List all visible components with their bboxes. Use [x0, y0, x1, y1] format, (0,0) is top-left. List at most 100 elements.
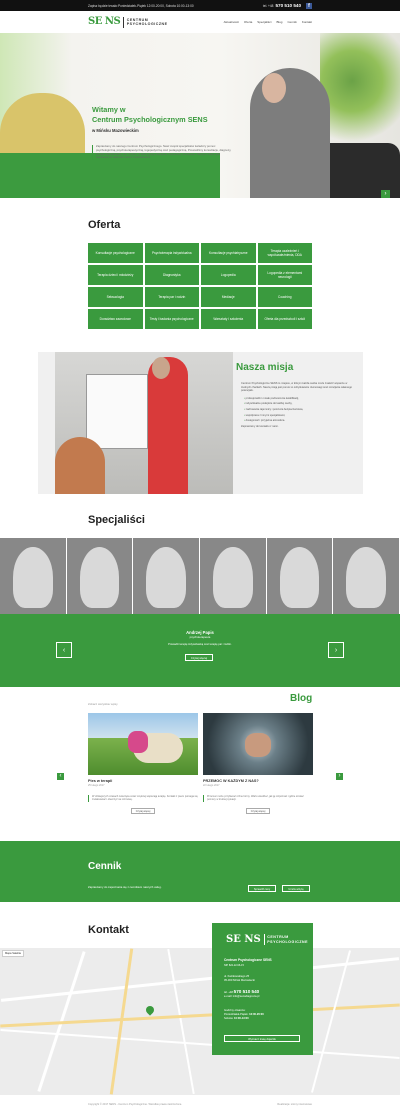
- blog-post-card[interactable]: PRZEMOC W KAŻDYM Z NAS? 22 lutego 2017 P…: [203, 713, 313, 833]
- hero-slider: Witamy w Centrum Psychologicznym SENS w …: [0, 33, 400, 198]
- oferta-tile[interactable]: Seksuologia: [88, 287, 143, 307]
- hero-description: Zapraszamy do naszego Centrum Psychologi…: [92, 144, 232, 161]
- oferta-tile[interactable]: Logopedia z elementami neurologii: [257, 265, 312, 285]
- oferta-tile[interactable]: Psychoterapia indywidualna: [144, 243, 199, 263]
- location-pin-icon[interactable]: [144, 1004, 156, 1016]
- mission-outro: Zapraszamy do kontaktu z nami.: [241, 424, 279, 428]
- contact-logo-mark: SE NS: [226, 933, 261, 945]
- specialist-photo[interactable]: [0, 538, 67, 614]
- opening-hours: Poniedziałek-Piątek 12:00-20:00, Sobota …: [117, 3, 194, 8]
- opening-hours-label: Zapisz będzie trwało:: [88, 3, 118, 8]
- logo-line2: PSYCHOLOGICZNE: [126, 22, 168, 26]
- mission-presenter-face: [152, 357, 170, 379]
- mission-presenter-figure: [148, 357, 188, 494]
- logo-mark: SE NS: [88, 16, 121, 27]
- specialist-photo[interactable]: [200, 538, 267, 614]
- blog-post-title[interactable]: PRZEMOC W KAŻDYM Z NAS?: [203, 779, 313, 783]
- blog-next-button[interactable]: ›: [336, 773, 343, 780]
- book-visit-button[interactable]: Umów wizytę: [282, 885, 310, 892]
- oferta-tile[interactable]: Logopedia: [201, 265, 256, 285]
- company-phone: tel. +48 570 510 540 e-mail: info@sensdi…: [224, 989, 260, 999]
- top-bar: Zapisz będzie trwało: Poniedziałek-Piąte…: [0, 0, 400, 11]
- hero-next-arrow-icon[interactable]: ›: [381, 190, 390, 198]
- nav-item-oferta[interactable]: Oferta: [244, 20, 252, 24]
- blog-title: Blog: [290, 693, 313, 704]
- check-prices-button[interactable]: Sprawdź ceny: [248, 885, 276, 892]
- nav-item-specjalisci[interactable]: Specjaliści: [257, 20, 271, 24]
- blog-post-excerpt: Przemoc może przybierać różne formy. War…: [203, 795, 313, 802]
- mission-list: profesjonalizm i stałe podnoszenie kwali…: [241, 397, 353, 423]
- oferta-tile[interactable]: Konsultacje psychiatryczne: [201, 243, 256, 263]
- specialist-photo[interactable]: [66, 538, 134, 614]
- logo[interactable]: SE NS CENTRUM PSYCHOLOGICZNE: [88, 16, 168, 28]
- oferta-tile[interactable]: Warsztaty i szkolenia: [201, 309, 256, 329]
- oferta-tile[interactable]: Diagnostyka: [144, 265, 199, 285]
- hero-title: Witamy w Centrum Psychologicznym SENS: [92, 105, 208, 125]
- hero-title-line1: Witamy w: [92, 105, 126, 114]
- route-button[interactable]: Wyznacz trasę dojazdu: [224, 1035, 300, 1042]
- blog-prev-button[interactable]: ‹: [57, 773, 64, 780]
- facebook-icon[interactable]: f: [306, 2, 312, 9]
- hero-title-line2: Centrum Psychologicznym SENS: [92, 115, 208, 124]
- blog-all-link[interactable]: Zobacz wszystkie wpisy: [88, 702, 118, 706]
- oferta-tile[interactable]: Mediacje: [201, 287, 256, 307]
- map[interactable]: Mapa Satelita: [0, 948, 400, 1095]
- nav-item-cennik[interactable]: Cennik: [287, 20, 296, 24]
- pricing-section: Cennik Zapraszamy do zapoznania się z ce…: [0, 841, 400, 902]
- blog-post-image: [203, 713, 313, 775]
- weekdays-hours: 12:00-20:00: [249, 1012, 264, 1016]
- oferta-tile[interactable]: Doradztwo zawodowe: [88, 309, 143, 329]
- mission-point: zachowanie tajemnicy i poczucia bezpiecz…: [241, 408, 353, 412]
- saturday-hours: 10:00-13:00: [234, 1016, 249, 1020]
- mission-text: Centrum Psychologiczne SENS to miejsce, …: [241, 382, 353, 428]
- oferta-tile[interactable]: Konsultacje psychologiczne: [88, 243, 143, 263]
- specialist-more-button[interactable]: Czytaj więcej: [185, 654, 213, 661]
- contact-logo-text: CENTRUM PSYCHOLOGICZNE: [267, 935, 308, 944]
- nav-item-blog[interactable]: Blog: [276, 20, 282, 24]
- blog-read-more-button[interactable]: Czytaj więcej: [246, 807, 270, 814]
- footer-copyright: Copyright © 2017 SENS - Centrum Psycholo…: [88, 1102, 183, 1106]
- mission-point: profesjonalizm i stałe podnoszenie kwali…: [241, 397, 353, 401]
- phone-number[interactable]: 570 510 540: [234, 989, 260, 994]
- hero-therapist-face: [262, 73, 286, 103]
- specialist-photo[interactable]: [266, 538, 334, 614]
- email-link[interactable]: e-mail: info@sensdiagnoza.pl: [224, 995, 259, 999]
- blog-post-excerpt: W dzisiejszych czasach zwierzęta coraz c…: [88, 795, 198, 802]
- oferta-tile[interactable]: Testy i badania psychologiczne: [144, 309, 199, 329]
- top-phone[interactable]: 570 510 540: [275, 3, 301, 8]
- mission-point: indywidualne podejście do każdej osoby,: [241, 402, 353, 406]
- phone-prefix: tel. +48: [262, 3, 274, 8]
- specialist-prev-button[interactable]: ‹: [56, 642, 72, 658]
- specialist-photo[interactable]: [333, 538, 400, 614]
- header: SE NS CENTRUM PSYCHOLOGICZNE Aktualności…: [0, 11, 400, 33]
- oferta-tile[interactable]: Terapia par i rodzin: [144, 287, 199, 307]
- oferta-tile[interactable]: Oferta dla przedszkoli i szkół: [257, 309, 312, 329]
- mission-section: Nasza misja Centrum Psychologiczne SENS …: [38, 352, 363, 494]
- weekdays-label: Poniedziałek-Piątek:: [224, 1012, 250, 1016]
- nav-item-aktualnosci[interactable]: Aktualności: [224, 20, 239, 24]
- contact-logo-divider: [263, 934, 265, 945]
- specialist-photo[interactable]: [133, 538, 201, 614]
- specialists-title: Specjaliści: [88, 514, 145, 526]
- contact-logo: SE NS CENTRUM PSYCHOLOGICZNE: [226, 934, 308, 945]
- oferta-tile[interactable]: Terapia uzależnień i współuzależnienia, …: [257, 243, 312, 263]
- main-nav: Aktualności Oferta Specjaliści Blog Cenn…: [224, 20, 312, 24]
- oferta-grid: Konsultacje psychologiczne Psychoterapia…: [88, 243, 312, 329]
- blog-post-title[interactable]: Pies w terapii: [88, 779, 198, 783]
- map-road: [167, 948, 195, 1095]
- footer-credits[interactable]: Realizacja: strony internetowe: [277, 1103, 312, 1106]
- hero-plant: [320, 33, 400, 153]
- nav-item-kontakt[interactable]: Kontakt: [302, 20, 312, 24]
- map-type-control[interactable]: Mapa Satelita: [2, 950, 24, 957]
- contact-title: Kontakt: [88, 924, 129, 936]
- specialist-panel: Andrzej Papis psychoterapeuta Prowadzi t…: [0, 614, 400, 687]
- footer: Copyright © 2017 SENS - Centrum Psycholo…: [0, 1095, 400, 1113]
- blog-post-date: 22 lutego 2017: [203, 784, 220, 787]
- blog-post-image: [88, 713, 198, 775]
- mission-title: Nasza misja: [236, 362, 294, 373]
- specialist-next-button[interactable]: ›: [328, 642, 344, 658]
- oferta-tile[interactable]: Coaching: [257, 287, 312, 307]
- blog-post-card[interactable]: Pies w terapii 25 lutego 2017 W dzisiejs…: [88, 713, 198, 833]
- blog-read-more-button[interactable]: Czytaj więcej: [131, 807, 155, 814]
- oferta-tile[interactable]: Terapia dzieci i młodzieży: [88, 265, 143, 285]
